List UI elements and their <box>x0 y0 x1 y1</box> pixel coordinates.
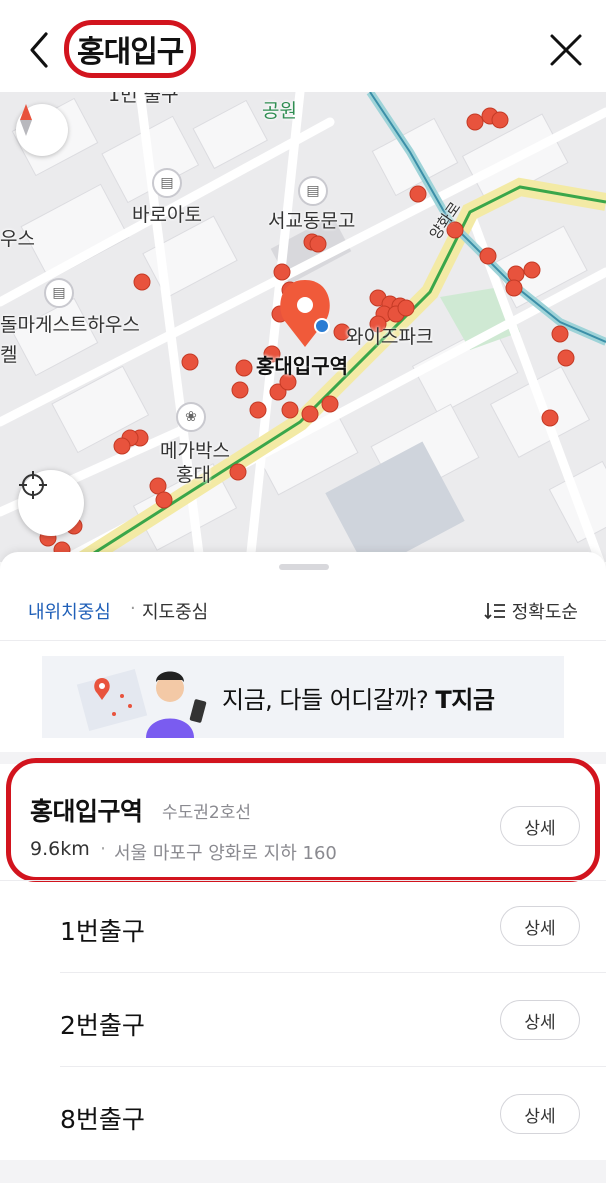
map-result-marker[interactable] <box>229 463 247 481</box>
exit-detail-button[interactable]: 상세 <box>500 1000 580 1040</box>
close-icon[interactable] <box>548 32 584 68</box>
map-result-marker[interactable] <box>133 273 151 291</box>
map-result-marker[interactable] <box>181 353 199 371</box>
map-label-seogyo-library: 서교동문고 <box>268 210 356 232</box>
map-result-marker[interactable] <box>505 279 523 297</box>
filter-row: 내위치중심 · 지도중심 정확도순 <box>0 588 606 638</box>
list-item-exit-8[interactable]: 8번출구 상세 <box>0 1070 606 1164</box>
exit-name: 1번출구 <box>60 917 145 946</box>
station-line: 수도권2호선 <box>162 803 252 823</box>
map-label-guesthouse: 돌마게스트하우스 <box>0 314 140 336</box>
map-result-marker[interactable] <box>397 299 415 317</box>
search-query-highlight[interactable]: 홍대입구 <box>64 20 197 78</box>
map-result-marker[interactable] <box>249 401 267 419</box>
map-result-marker[interactable] <box>113 437 131 455</box>
sort-button[interactable]: 정확도순 <box>484 598 578 624</box>
map-result-marker[interactable] <box>321 395 339 413</box>
map-view[interactable]: 1번 출구 공원 ▤ 바로아토 ▤ 서교동문고 우스 ▤ 돌마게스트하우스 켈 … <box>0 92 606 562</box>
banner-text: 지금, 다들 어디갈까? T지금 <box>222 686 495 714</box>
exit-detail-button[interactable]: 상세 <box>500 1094 580 1134</box>
map-result-marker[interactable] <box>309 235 327 253</box>
map-label-megabox: 메가박스 <box>160 440 230 462</box>
list-item-exit-2[interactable]: 2번출구 상세 <box>0 976 606 1070</box>
map-result-marker[interactable] <box>231 381 249 399</box>
map-result-marker[interactable] <box>466 113 484 131</box>
filter-my-location[interactable]: 내위치중심 <box>28 598 111 624</box>
chevron-left-icon[interactable] <box>24 30 58 70</box>
map-result-marker[interactable] <box>301 405 319 423</box>
list-item-exit-1[interactable]: 1번출구 상세 <box>0 882 606 976</box>
map-result-marker[interactable] <box>557 349 575 367</box>
map-result-marker[interactable] <box>235 359 253 377</box>
promo-banner[interactable]: 지금, 다들 어디갈까? T지금 <box>42 656 564 738</box>
map-result-marker[interactable] <box>479 247 497 265</box>
map-result-marker[interactable] <box>507 265 525 283</box>
map-result-marker[interactable] <box>409 185 427 203</box>
map-result-marker[interactable] <box>491 111 509 129</box>
map-label-hongdae: 홍대 <box>176 464 211 486</box>
section-spacer <box>0 752 606 764</box>
hotel-icon[interactable]: ▤ <box>152 168 182 198</box>
map-label-uhouse: 우스 <box>0 228 35 250</box>
filter-map-center[interactable]: 지도중심 <box>142 598 208 624</box>
banner-illustration <box>76 669 207 738</box>
map-result-marker[interactable] <box>541 409 559 427</box>
crosshair-icon[interactable] <box>18 470 84 536</box>
divider <box>0 640 606 641</box>
filter-separator: · <box>130 598 136 619</box>
sort-icon <box>484 603 505 620</box>
map-label-station: 홍대입구역 <box>256 354 348 378</box>
map-result-marker[interactable] <box>273 263 291 281</box>
bottom-spacer <box>0 1160 606 1183</box>
exit-name: 8번출구 <box>60 1105 145 1134</box>
result-sheet: 내위치중심 · 지도중심 정확도순 지금, 다들 어디갈까? T지금 홍대입구역… <box>0 552 606 1183</box>
station-separator: · <box>100 838 107 860</box>
station-address: 서울 마포구 양화로 지하 160 <box>114 843 337 864</box>
station-distance: 9.6km <box>30 838 90 860</box>
station-name: 홍대입구역 <box>30 797 143 826</box>
map-label-y-park: 와이즈파크 <box>346 326 434 348</box>
map-result-marker[interactable] <box>281 401 299 419</box>
compass-icon[interactable] <box>16 104 68 156</box>
map-result-marker[interactable] <box>551 325 569 343</box>
map-label-cut-left: 켈 <box>0 344 18 366</box>
station-result-item[interactable]: 홍대입구역 수도권2호선 9.6km · 서울 마포구 양화로 지하 160 상… <box>0 764 606 880</box>
header: 홍대입구 <box>0 0 606 92</box>
map-label-top-cut: 1번 출구 <box>108 92 179 106</box>
exit-name: 2번출구 <box>60 1011 145 1040</box>
sheet-drag-handle[interactable] <box>279 564 329 570</box>
map-label-park: 공원 <box>262 100 297 122</box>
book-icon[interactable]: ▤ <box>298 176 328 206</box>
map-result-marker[interactable] <box>155 491 173 509</box>
hotel-icon[interactable]: ▤ <box>44 278 74 308</box>
station-pin[interactable] <box>280 280 330 347</box>
map-result-marker[interactable] <box>523 261 541 279</box>
divider <box>0 880 606 881</box>
map-label-barroato: 바로아토 <box>132 204 202 226</box>
search-query-title: 홍대입구 <box>77 35 184 70</box>
station-detail-button[interactable]: 상세 <box>500 806 580 846</box>
divider <box>60 1066 606 1067</box>
divider <box>60 972 606 973</box>
sort-label: 정확도순 <box>511 602 578 623</box>
film-reel-icon[interactable]: ❀ <box>176 402 206 432</box>
exit-detail-button[interactable]: 상세 <box>500 906 580 946</box>
